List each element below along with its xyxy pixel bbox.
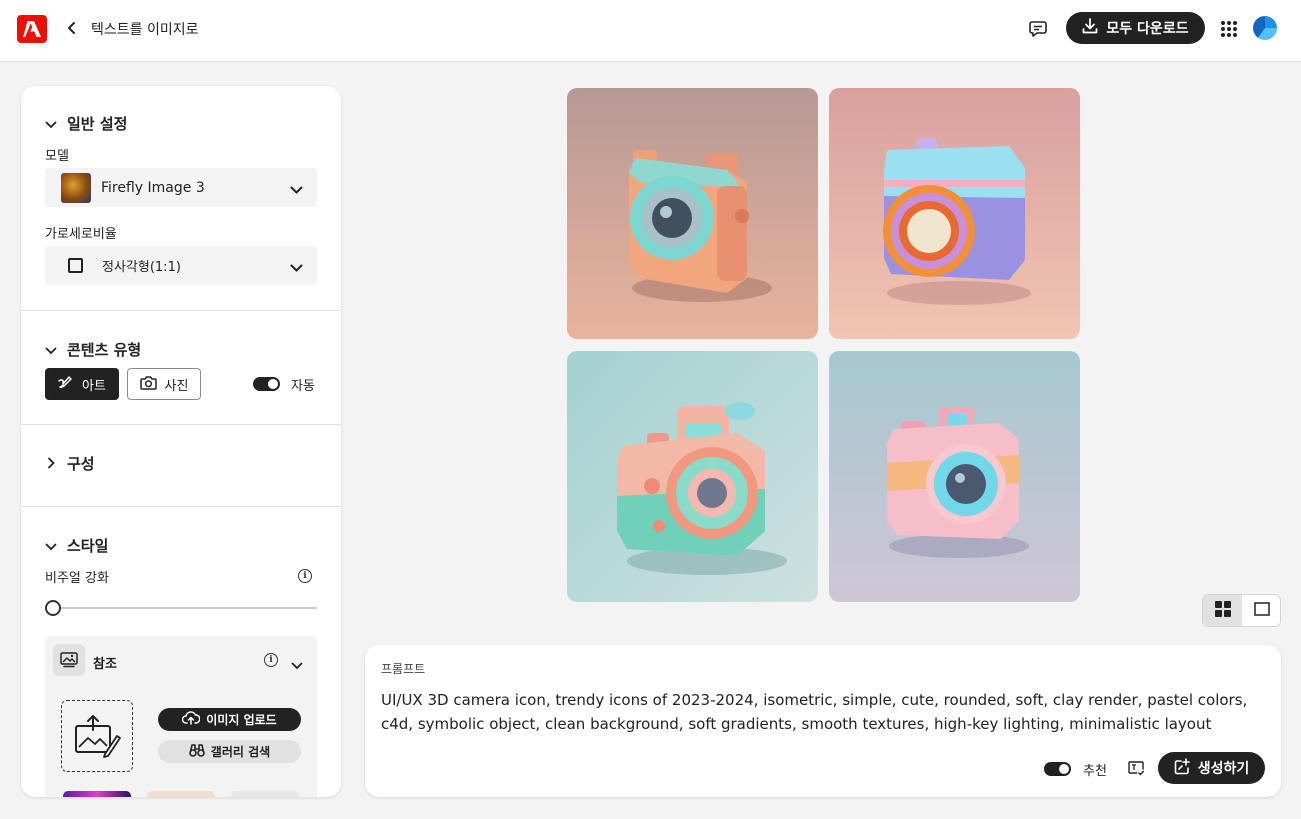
generate-label: 생성하기 [1197, 761, 1250, 777]
prompt-label: 프롬프트 [381, 662, 426, 676]
art-label: 아트 [82, 378, 106, 394]
info-icon[interactable]: i [264, 653, 278, 667]
visual-intensity-slider[interactable] [45, 600, 61, 616]
download-all-button[interactable]: 모두 다운로드 [1066, 12, 1205, 44]
auto-label: 자동 [291, 379, 315, 394]
content-type-photo-button[interactable]: 사진 [127, 368, 201, 400]
section-content-type-header[interactable]: 콘텐츠 유형 [45, 339, 141, 360]
reference-image-icon [53, 644, 85, 676]
model-label: 모델 [45, 149, 69, 164]
generated-image-1[interactable] [567, 88, 818, 339]
gallery-search-button[interactable]: 갤러리 검색 [158, 740, 301, 763]
section-content-type-title: 콘텐츠 유형 [67, 341, 142, 359]
chevron-down-icon [45, 537, 57, 555]
single-view-button[interactable] [1242, 595, 1280, 626]
binoculars-icon [188, 743, 205, 760]
back-chevron-icon[interactable] [62, 16, 82, 40]
settings-panel: 일반 설정 모델 Firefly Image 3 가로세로비율 정사각형(1:1… [21, 86, 341, 797]
aspect-ratio-value: 정사각형(1:1) [102, 260, 181, 275]
aspect-ratio-label: 가로세로비율 [45, 227, 117, 242]
chevron-down-icon [290, 180, 303, 199]
adobe-logo[interactable] [17, 15, 47, 43]
generated-image-2[interactable] [829, 88, 1080, 339]
reference-upload-dropzone[interactable] [61, 700, 133, 772]
download-all-label: 모두 다운로드 [1106, 21, 1189, 37]
single-view-icon [1253, 601, 1270, 620]
gallery-search-label: 갤러리 검색 [210, 745, 271, 759]
photo-label: 사진 [164, 378, 189, 394]
reference-thumbnail[interactable] [231, 791, 299, 797]
generated-image-4[interactable] [829, 351, 1080, 602]
recommend-toggle[interactable] [1044, 762, 1071, 776]
content-type-art-button[interactable]: 아트 [45, 368, 119, 400]
view-toggle [1202, 594, 1281, 627]
generated-image-3[interactable] [567, 351, 818, 602]
reference-section: 참조 i 이미지 업로드 갤러리 검색 [45, 636, 317, 797]
section-general-header[interactable]: 일반 설정 [45, 113, 127, 134]
model-thumbnail [61, 172, 91, 203]
section-style-title: 스타일 [67, 537, 109, 555]
recommend-label: 추천 [1083, 764, 1107, 779]
generate-icon [1174, 757, 1191, 779]
reference-thumbnail[interactable] [63, 791, 131, 797]
page-title: 텍스트를 이미지로 [91, 22, 199, 38]
auto-toggle[interactable] [253, 377, 280, 391]
grid-icon [1214, 600, 1231, 621]
camera-icon [139, 375, 157, 394]
chevron-down-icon [290, 258, 303, 277]
avatar[interactable] [1253, 16, 1277, 40]
reference-thumbnail[interactable] [147, 791, 215, 797]
model-select[interactable]: Firefly Image 3 [45, 168, 317, 207]
divider [21, 424, 341, 425]
generate-button[interactable]: 생성하기 [1158, 752, 1265, 784]
square-icon [68, 258, 83, 273]
chevron-down-icon [45, 341, 57, 359]
apps-grid-icon[interactable] [1217, 17, 1241, 41]
prompt-panel: 프롬프트 UI/UX 3D camera icon, trendy icons … [365, 645, 1281, 797]
section-general-title: 일반 설정 [67, 115, 128, 133]
reference-title: 참조 [93, 657, 117, 672]
app-header: 텍스트를 이미지로 모두 다운로드 [0, 0, 1301, 62]
prompt-settings-icon[interactable] [1128, 761, 1146, 781]
feedback-icon[interactable] [1026, 17, 1050, 41]
divider [21, 310, 341, 311]
aspect-ratio-select[interactable]: 정사각형(1:1) [45, 246, 317, 285]
prompt-textarea[interactable]: UI/UX 3D camera icon, trendy icons of 20… [381, 688, 1261, 736]
brush-icon [58, 374, 74, 394]
model-value: Firefly Image 3 [101, 179, 205, 196]
upload-image-label: 이미지 업로드 [206, 713, 277, 727]
chevron-down-icon [45, 115, 57, 133]
visual-intensity-track[interactable] [53, 607, 317, 609]
upload-image-button[interactable]: 이미지 업로드 [158, 708, 301, 731]
chevron-right-icon [45, 455, 57, 473]
chevron-down-icon[interactable] [291, 655, 303, 674]
visual-intensity-label: 비주얼 강화 [45, 571, 109, 586]
divider [21, 506, 341, 507]
section-style-header[interactable]: 스타일 [45, 535, 108, 556]
section-composition-title: 구성 [67, 455, 95, 473]
grid-view-button[interactable] [1203, 595, 1242, 626]
section-composition-header[interactable]: 구성 [45, 453, 95, 474]
download-icon [1082, 18, 1098, 38]
cloud-upload-icon [182, 711, 201, 728]
info-icon[interactable]: i [298, 569, 312, 583]
